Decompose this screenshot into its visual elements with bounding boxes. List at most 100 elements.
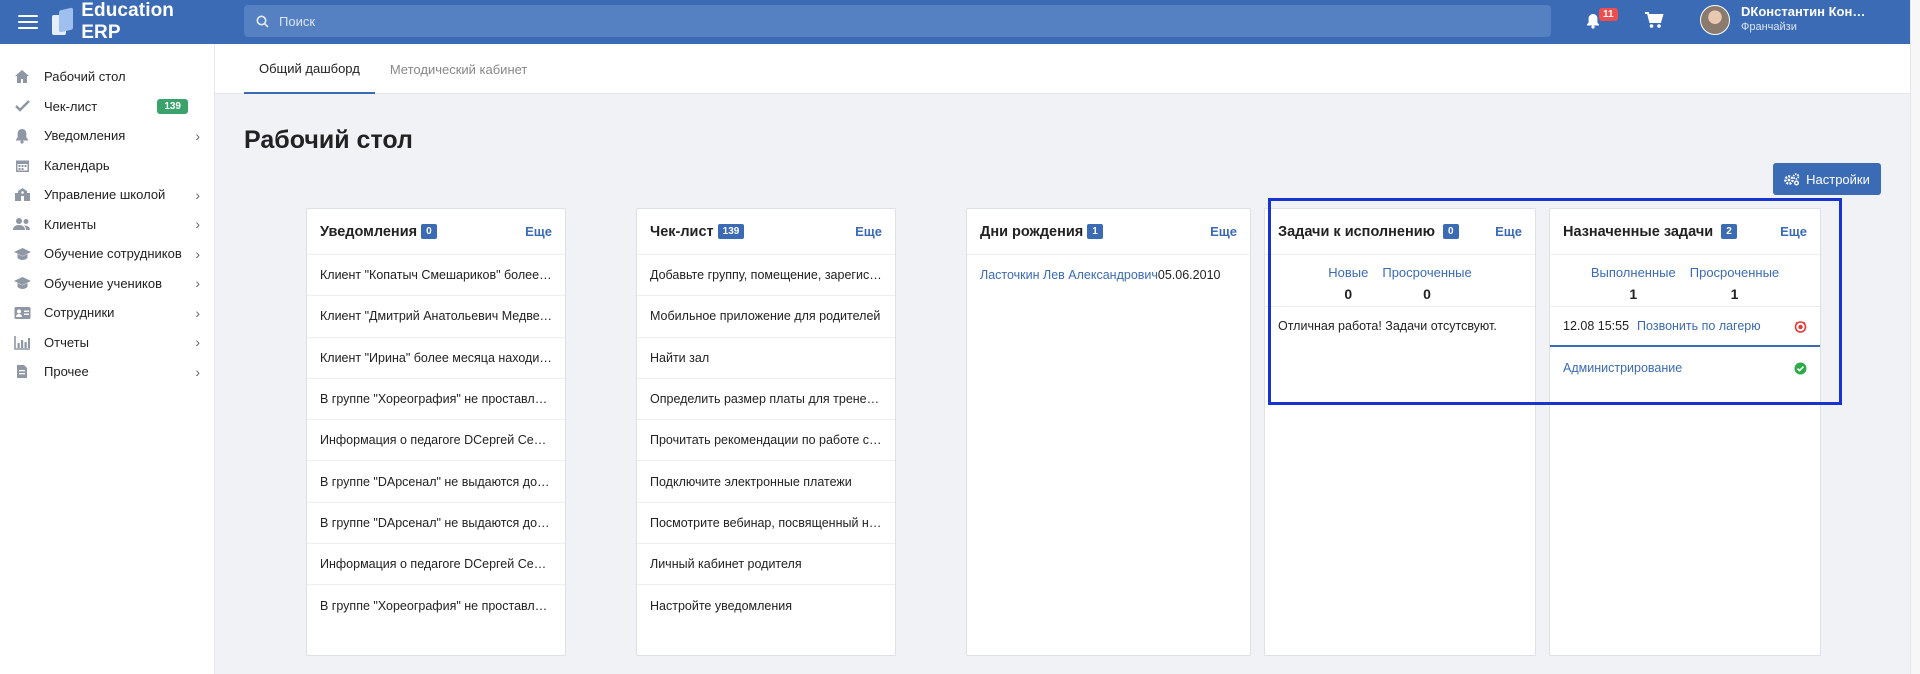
list-item-text: Настройте уведомления	[650, 599, 793, 614]
calendar-icon	[13, 156, 31, 174]
list-item-text: Информация о педагоге DСергей Сергеич С…	[320, 557, 552, 572]
task-row[interactable]: 12.08 15:55 Позвонить по лагерю	[1550, 307, 1820, 347]
avatar[interactable]	[1700, 5, 1730, 35]
sidebar: Рабочий стол Чек-лист 139 Уведомления › …	[0, 44, 215, 674]
sidebar-item-label: Обучение сотрудников	[44, 246, 182, 262]
sidebar-item-label: Сотрудники	[44, 305, 115, 321]
employees-icon	[13, 304, 31, 322]
search-bar[interactable]	[244, 5, 1551, 37]
card-title: Уведомления 0	[320, 223, 437, 240]
list-item[interactable]: В группе "Хореография" не проставляются …	[307, 379, 565, 421]
sidebar-item-reports[interactable]: Отчеты ›	[0, 328, 214, 358]
sidebar-item-staff-training[interactable]: Обучение сотрудников ›	[0, 239, 214, 269]
list-item[interactable]: Прочитать рекомендации по работе с детьм…	[637, 420, 895, 462]
list-item[interactable]: В группе "DАрсенал" не выдаются домашни…	[307, 461, 565, 503]
list-item[interactable]: В группе "DАрсенал" не выдаются домашни…	[307, 503, 565, 545]
sidebar-item-calendar[interactable]: Календарь	[0, 151, 214, 181]
sidebar-item-school-management[interactable]: Управление школой ›	[0, 180, 214, 210]
birthdays-card: Дни рождения 1 Еще Ласточкин Лев Александ…	[966, 208, 1251, 656]
overdue-tasks-stat[interactable]: Просроченные 0	[1382, 265, 1471, 302]
list-item-text: Определить размер платы для тренерского …	[650, 392, 882, 407]
list-item[interactable]: Подключите электронные платежи	[637, 461, 895, 503]
list-item[interactable]: Информация о педагоге DСергей Сергеич С…	[307, 544, 565, 586]
gears-icon	[1784, 172, 1800, 185]
list-item[interactable]: Найти зал	[637, 338, 895, 379]
sidebar-item-clients[interactable]: Клиенты ›	[0, 210, 214, 240]
settings-button[interactable]: Настройки	[1773, 163, 1881, 195]
overdue-assigned-stat[interactable]: Просроченные 1	[1690, 265, 1779, 302]
sidebar-item-label: Календарь	[44, 157, 110, 173]
list-item[interactable]: Настройте уведомления	[637, 585, 895, 626]
scrollbar[interactable]	[1910, 0, 1920, 674]
list-item-text: Мобильное приложение для родителей	[650, 309, 881, 324]
list-item-text: В группе "DАрсенал" не выдаются домашни…	[320, 474, 552, 489]
card-title: Дни рождения 1	[980, 223, 1103, 240]
more-link[interactable]: Еще	[1495, 224, 1522, 239]
more-link[interactable]: Еще	[855, 224, 882, 239]
list-item-text: Найти зал	[650, 350, 710, 365]
stat-value: 1	[1730, 286, 1739, 302]
reports-icon	[13, 333, 31, 351]
tab-general-dashboard[interactable]: Общий дашборд	[244, 44, 375, 94]
logo-icon	[52, 7, 73, 35]
search-input[interactable]	[279, 13, 1445, 29]
more-link[interactable]: Еще	[1210, 224, 1237, 239]
done-tasks-stat[interactable]: Выполненные 1	[1591, 265, 1676, 302]
stat-value: 1	[1629, 286, 1638, 302]
card-header: Задачи к исполнению 0 Еще	[1265, 209, 1535, 255]
bell-icon[interactable]	[1586, 13, 1600, 29]
list-item[interactable]: Посмотрите вебинар, посвященный несчаст…	[637, 503, 895, 545]
app-logo[interactable]: Education ERP	[52, 0, 214, 44]
sidebar-item-desktop[interactable]: Рабочий стол	[0, 62, 214, 92]
card-title: Назначенные задачи 2	[1563, 223, 1737, 240]
notifications-badge: 11	[1599, 8, 1618, 21]
checklist-count-badge: 139	[157, 98, 188, 114]
more-link[interactable]: Еще	[1780, 224, 1807, 239]
list-item[interactable]: Добавьте группу, помещение, зарегистриру…	[637, 255, 895, 297]
list-item[interactable]: Личный кабинет родителя	[637, 544, 895, 586]
user-name[interactable]: DКонстантин Кон…	[1741, 4, 1865, 19]
birthday-person-link[interactable]: Ласточкин Лев Александрович	[980, 268, 1158, 282]
app-title: Education ERP	[81, 0, 174, 43]
list-item-text: Клиент "Ирина" более месяца находится в …	[320, 350, 552, 365]
chevron-right-icon: ›	[195, 363, 200, 380]
more-link[interactable]: Еще	[525, 224, 552, 239]
task-link[interactable]: Администрирование	[1563, 361, 1682, 375]
sidebar-item-students-training[interactable]: Обучение учеников ›	[0, 269, 214, 299]
list-item[interactable]: Клиент "Дмитрий Анатольевич Медведев" б…	[307, 296, 565, 338]
list-item-text: Подключите электронные платежи	[650, 474, 852, 489]
sidebar-item-other[interactable]: Прочее ›	[0, 357, 214, 387]
list-item[interactable]: Мобильное приложение для родителей	[637, 296, 895, 338]
list-item-text: В группе "DАрсенал" не выдаются домашни…	[320, 515, 552, 530]
tab-bar: Общий дашборд Методический кабинет	[215, 44, 1910, 94]
empty-tasks-message: Отличная работа! Задачи отсутсвуют.	[1278, 319, 1497, 333]
chevron-right-icon: ›	[195, 304, 200, 321]
task-link[interactable]: Позвонить по лагерю	[1637, 319, 1761, 333]
sidebar-item-employees[interactable]: Сотрудники ›	[0, 298, 214, 328]
sidebar-item-label: Уведомления	[44, 128, 126, 144]
list-item-text: Прочитать рекомендации по работе с детьм…	[650, 433, 882, 448]
chevron-right-icon: ›	[195, 245, 200, 262]
list-item[interactable]: Определить размер платы для тренерского …	[637, 379, 895, 421]
task-row[interactable]: Администрирование	[1550, 347, 1820, 389]
new-tasks-stat[interactable]: Новые 0	[1328, 265, 1368, 302]
cart-icon[interactable]	[1644, 11, 1664, 29]
list-item-text: Посмотрите вебинар, посвященный несчаст…	[650, 515, 882, 530]
count-badge: 139	[717, 223, 745, 239]
stat-label: Выполненные	[1590, 265, 1676, 280]
birthday-item: Ласточкин Лев Александрович 05.06.2010	[967, 255, 1250, 295]
staff-training-icon	[13, 245, 31, 263]
sidebar-item-checklist[interactable]: Чек-лист 139	[0, 92, 214, 122]
list-item[interactable]: В группе "Хореография" не проставляются …	[307, 585, 565, 626]
page-title: Рабочий стол	[244, 126, 413, 154]
tasks-card: Задачи к исполнению 0 Еще Новые 0 Просроч…	[1264, 208, 1536, 656]
list-item[interactable]: Информация о педагоге DСергей Сергеич С…	[307, 420, 565, 462]
list-item[interactable]: Клиент "Ирина" более месяца находится в …	[307, 338, 565, 379]
menu-icon[interactable]	[18, 11, 38, 33]
card-header: Чек-лист 139 Еще	[637, 209, 895, 255]
school-icon	[13, 186, 31, 204]
list-item[interactable]: Клиент "Копатыч Смешариков" более месяц…	[307, 255, 565, 297]
card-title-text: Дни рождения	[980, 223, 1084, 240]
sidebar-item-notifications[interactable]: Уведомления ›	[0, 121, 214, 151]
tab-methodical-cabinet[interactable]: Методический кабинет	[375, 44, 543, 94]
